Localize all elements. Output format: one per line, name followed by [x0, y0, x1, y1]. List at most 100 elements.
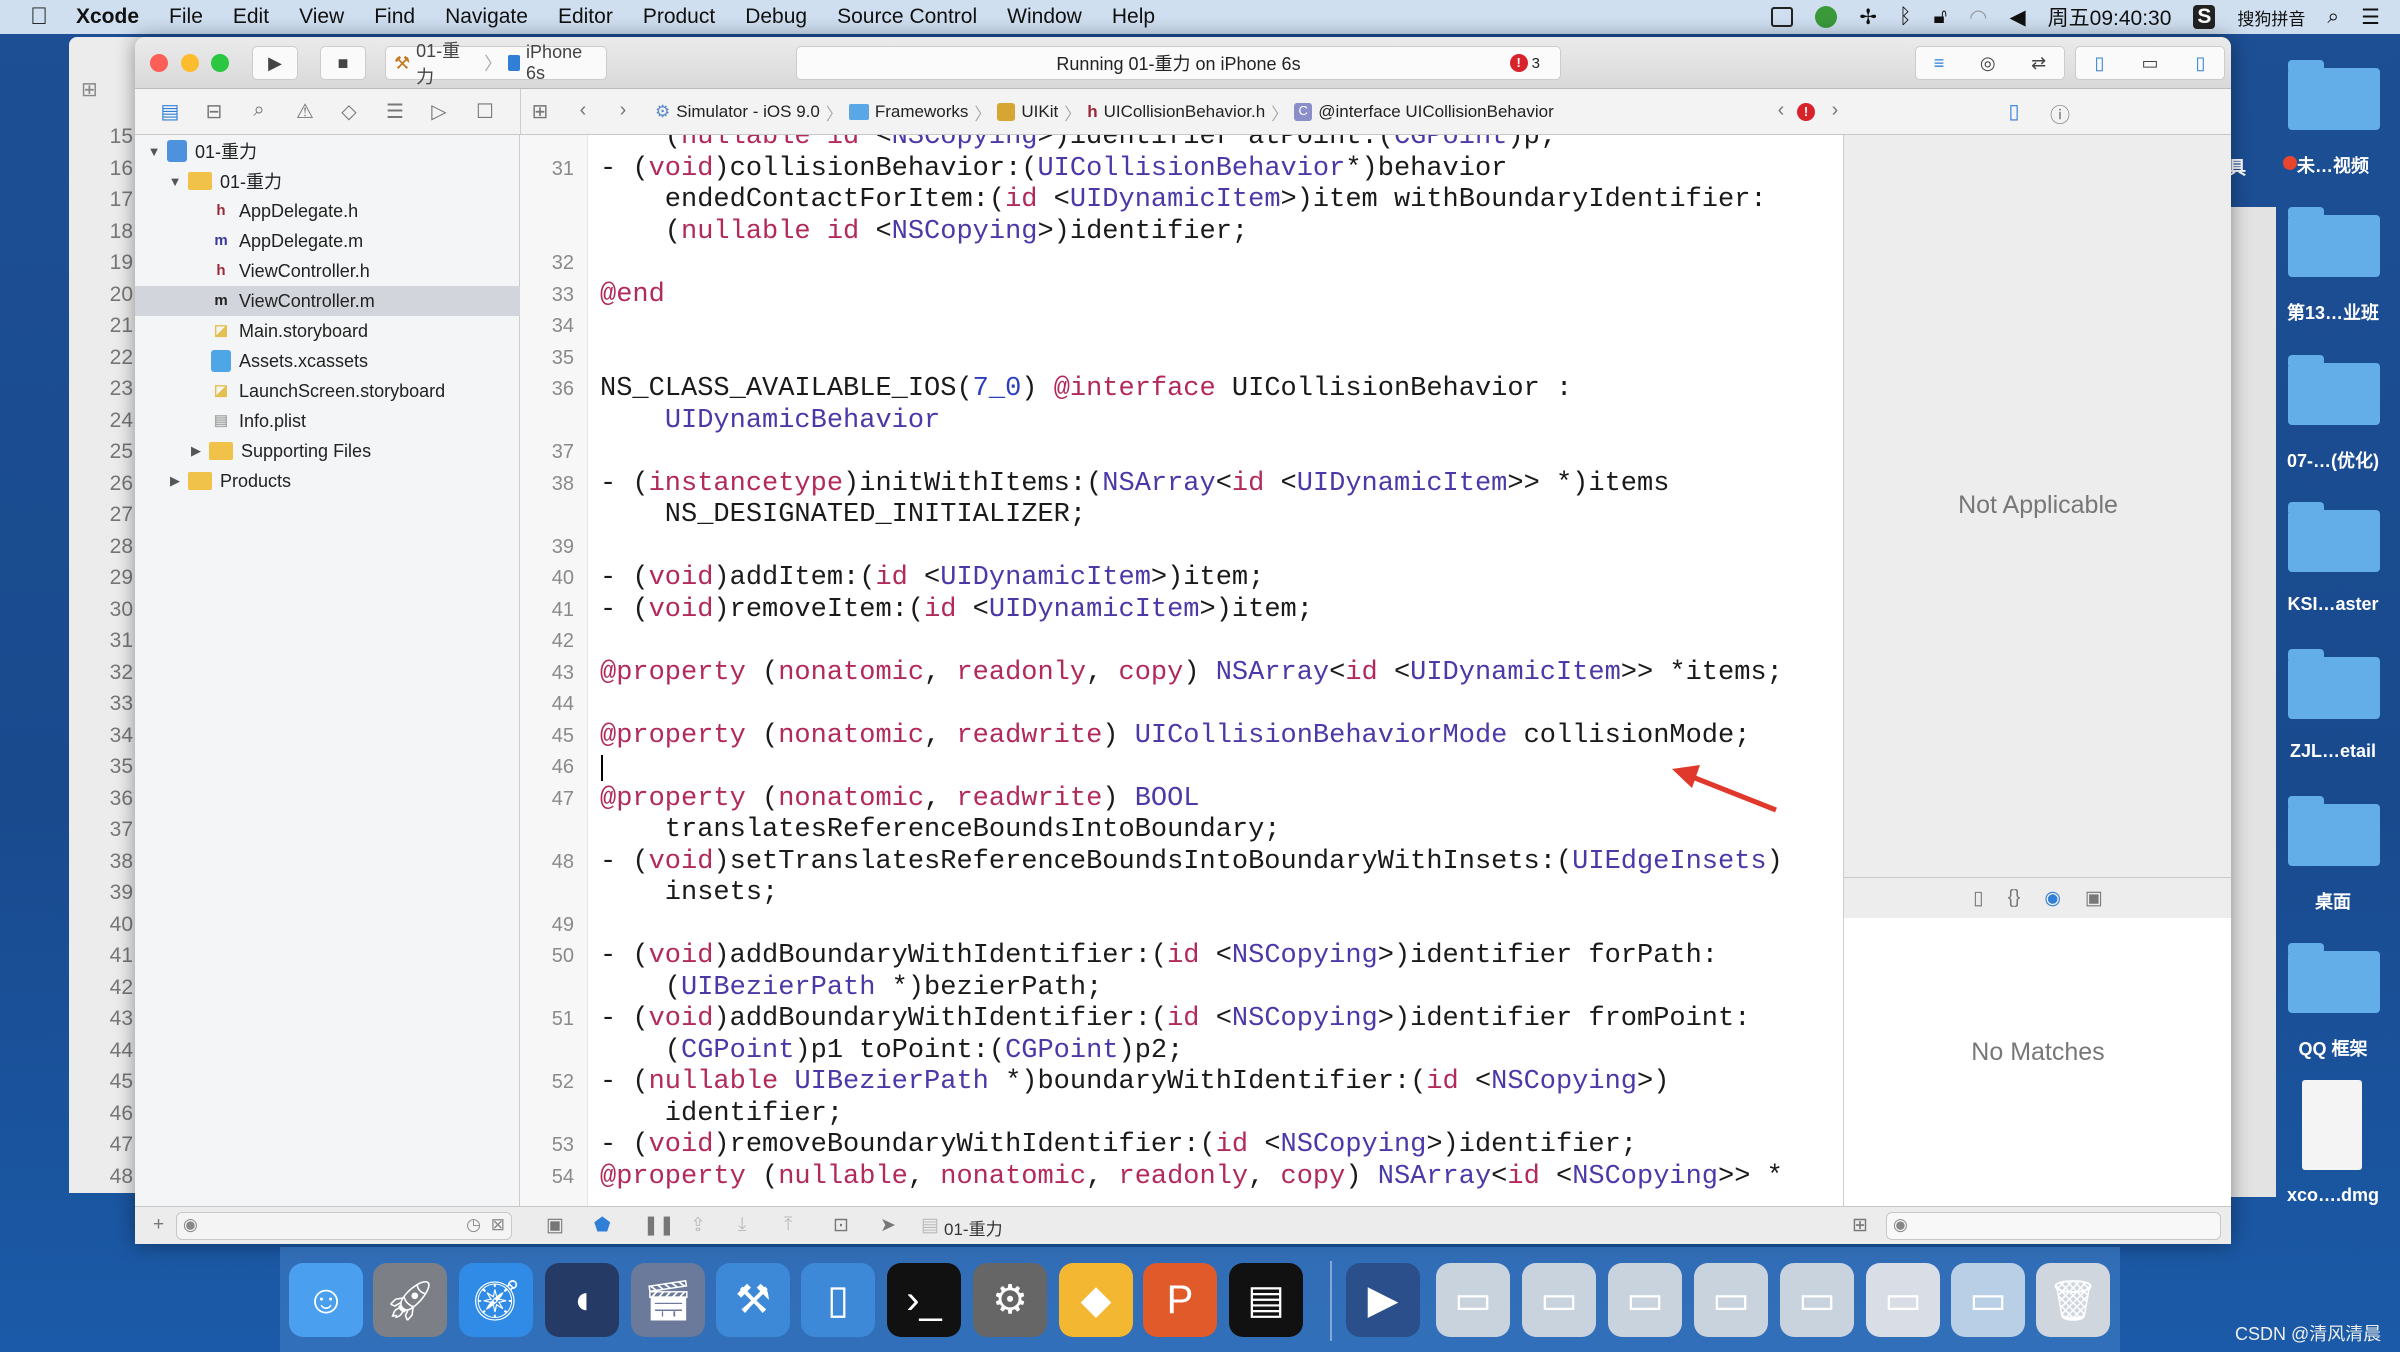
recent-files-icon[interactable]: ◷ [466, 1215, 481, 1235]
menu-find[interactable]: Find [374, 5, 415, 29]
navigator-item[interactable]: m ViewController.m [135, 286, 520, 316]
screenshot-icon[interactable]: ▭ [1608, 1263, 1682, 1337]
desktop-icon-label[interactable]: ZJL…etail [2258, 741, 2400, 762]
folder-icon[interactable] [2288, 502, 2380, 572]
spotlight-icon[interactable]: ⌕ [2327, 5, 2339, 29]
media-library-icon[interactable]: ▣ [2085, 887, 2103, 910]
simulate-location-icon[interactable]: ➤ [880, 1214, 896, 1237]
assistant-editor-icon[interactable]: ◎ [1980, 53, 1996, 74]
menu-source-control[interactable]: Source Control [837, 5, 977, 29]
screenshot-icon[interactable]: ▭ [1694, 1263, 1768, 1337]
toggle-debug-area-icon[interactable]: ▭ [2141, 53, 2158, 74]
scm-filter-icon[interactable]: ⊠ [491, 1215, 505, 1235]
back-icon[interactable]: ‹ [570, 99, 596, 122]
menu-editor[interactable]: Editor [558, 5, 613, 29]
version-editor-icon[interactable]: ⇄ [2031, 53, 2046, 74]
scheme-selector[interactable]: ⚒ 01-重力 〉 iPhone 6s [385, 41, 607, 87]
standard-editor-icon[interactable]: ≡ [1934, 53, 1945, 74]
disclosure-open-icon[interactable]: ▼ [168, 174, 182, 189]
navigator-item[interactable]: m AppDelegate.m [135, 226, 520, 256]
issue-navigator-icon[interactable]: ⚠ [292, 99, 318, 124]
related-items-icon[interactable]: ⊞ [527, 99, 553, 124]
console-icon[interactable]: ▤ [1229, 1263, 1303, 1337]
desktop-icon-label[interactable]: xco….dmg [2258, 1185, 2400, 1206]
navigator-item[interactable]: ▶ Supporting Files [135, 436, 520, 466]
simulator-icon[interactable]: ▯ [801, 1263, 875, 1337]
volume-icon[interactable]: ◀ [2009, 5, 2025, 30]
p-app-icon[interactable]: P [1143, 1263, 1217, 1337]
add-icon[interactable]: + [153, 1214, 164, 1236]
find-navigator-icon[interactable]: ⌕ [246, 99, 272, 122]
breadcrumb-uikit[interactable]: UIKit [1021, 102, 1058, 122]
issue-icon[interactable]: ! [1797, 103, 1815, 121]
screen-record-icon[interactable] [1771, 7, 1794, 27]
menu-edit[interactable]: Edit [233, 5, 269, 29]
folder-icon[interactable] [2288, 60, 2380, 130]
step-over-icon[interactable]: ⇪ [690, 1214, 706, 1237]
test-navigator-icon[interactable]: ◇ [336, 99, 362, 124]
desktop-icon-label[interactable]: QQ 框架 [2258, 1035, 2400, 1061]
navigator-item[interactable]: ◪ Main.storyboard [135, 316, 520, 346]
safari-icon[interactable]: 🧭︎ [459, 1263, 533, 1337]
menu-navigate[interactable]: Navigate [445, 5, 528, 29]
hide-debug-area-icon[interactable]: ▣ [546, 1214, 564, 1237]
trash-icon[interactable]: 🗑︎ [2036, 1263, 2110, 1337]
breakpoints-toggle-icon[interactable]: ⬟ [594, 1214, 611, 1237]
desktop-icon-label[interactable]: KSI…aster [2258, 594, 2400, 615]
view-debugger-icon[interactable]: ⊡ [833, 1214, 849, 1237]
breadcrumb-frameworks[interactable]: Frameworks [875, 102, 969, 122]
folder-icon[interactable] [2288, 943, 2380, 1013]
quick-help-icon[interactable]: ⓘ [2047, 99, 2073, 128]
system-preferences-icon[interactable]: ⚙ [973, 1263, 1047, 1337]
folder-icon[interactable] [2288, 649, 2380, 719]
finder-icon[interactable]: ☺ [289, 1263, 363, 1337]
menu-window[interactable]: Window [1007, 5, 1082, 29]
next-issue-icon[interactable]: › [1822, 99, 1848, 122]
screenshot-icon[interactable]: ▭ [1522, 1263, 1596, 1337]
sketch-icon[interactable]: ◆ [1059, 1263, 1133, 1337]
debug-target-label[interactable]: 01-重力 [944, 1215, 1003, 1240]
disclosure-open-icon[interactable]: ▼ [147, 144, 161, 159]
folder-icon[interactable] [2288, 355, 2380, 425]
lock-icon[interactable]: 🔓︎ [1934, 5, 1948, 29]
apple-menu-icon[interactable]:  [30, 3, 48, 31]
close-button[interactable] [150, 54, 168, 72]
xcode-icon[interactable]: ⚒ [716, 1263, 790, 1337]
disclosure-closed-icon[interactable]: ▶ [189, 443, 203, 459]
menu-xcode[interactable]: Xcode [76, 5, 139, 29]
project-navigator-icon[interactable]: ▤ [157, 99, 183, 124]
dmg-file-icon[interactable] [2302, 1080, 2362, 1170]
preview-icon[interactable]: ▭ [1866, 1263, 1940, 1337]
debug-navigator-icon[interactable]: ☰ [382, 99, 408, 124]
object-library-icon[interactable]: ◉ [2044, 887, 2061, 910]
green-app-icon[interactable] [1815, 6, 1838, 28]
desktop-icon-label[interactable]: 未…视频 [2258, 152, 2400, 178]
ime-label[interactable]: 搜狗拼音 [2237, 5, 2305, 30]
toggle-navigator-icon[interactable]: ▯ [2095, 53, 2105, 74]
disclosure-closed-icon[interactable]: ▶ [168, 473, 182, 489]
library-filter-input[interactable]: ◉ [1886, 1212, 2221, 1240]
folder-icon[interactable] [2288, 207, 2380, 277]
step-into-icon[interactable]: ⤓ [738, 1214, 746, 1236]
pause-icon[interactable]: ❚❚ [643, 1214, 675, 1237]
quicktime-icon[interactable]: ▶ [1346, 1263, 1420, 1337]
desktop-icon-label[interactable]: 07-…(优化) [2258, 447, 2400, 473]
menu-debug[interactable]: Debug [745, 5, 807, 29]
zoom-button[interactable] [211, 54, 229, 72]
mouse-app-icon[interactable]: ◖ [545, 1263, 619, 1337]
breadcrumb-sdk[interactable]: Simulator - iOS 9.0 [676, 102, 820, 122]
navigator-item[interactable]: ▼ 01-重力 [135, 136, 520, 166]
previous-issue-icon[interactable]: ‹ [1768, 99, 1794, 122]
pinwheel-icon[interactable]: ✢ [1859, 5, 1877, 30]
menu-view[interactable]: View [299, 5, 344, 29]
wifi-icon[interactable]: ◠ [1969, 5, 1987, 30]
file-inspector-icon[interactable]: ▯ [2001, 99, 2027, 124]
error-badge[interactable]: ! 3 [1509, 54, 1540, 72]
step-out-icon[interactable]: ⤒ [784, 1214, 792, 1236]
navigator-item[interactable]: ▼ 01-重力 [135, 166, 520, 196]
navigator-item[interactable]: Assets.xcassets [135, 346, 520, 376]
navigator-item[interactable]: h ViewController.h [135, 256, 520, 286]
notification-center-icon[interactable]: ☰ [2361, 5, 2380, 30]
clock[interactable]: 周五09:40:30 [2048, 2, 2172, 32]
menu-product[interactable]: Product [643, 5, 715, 29]
